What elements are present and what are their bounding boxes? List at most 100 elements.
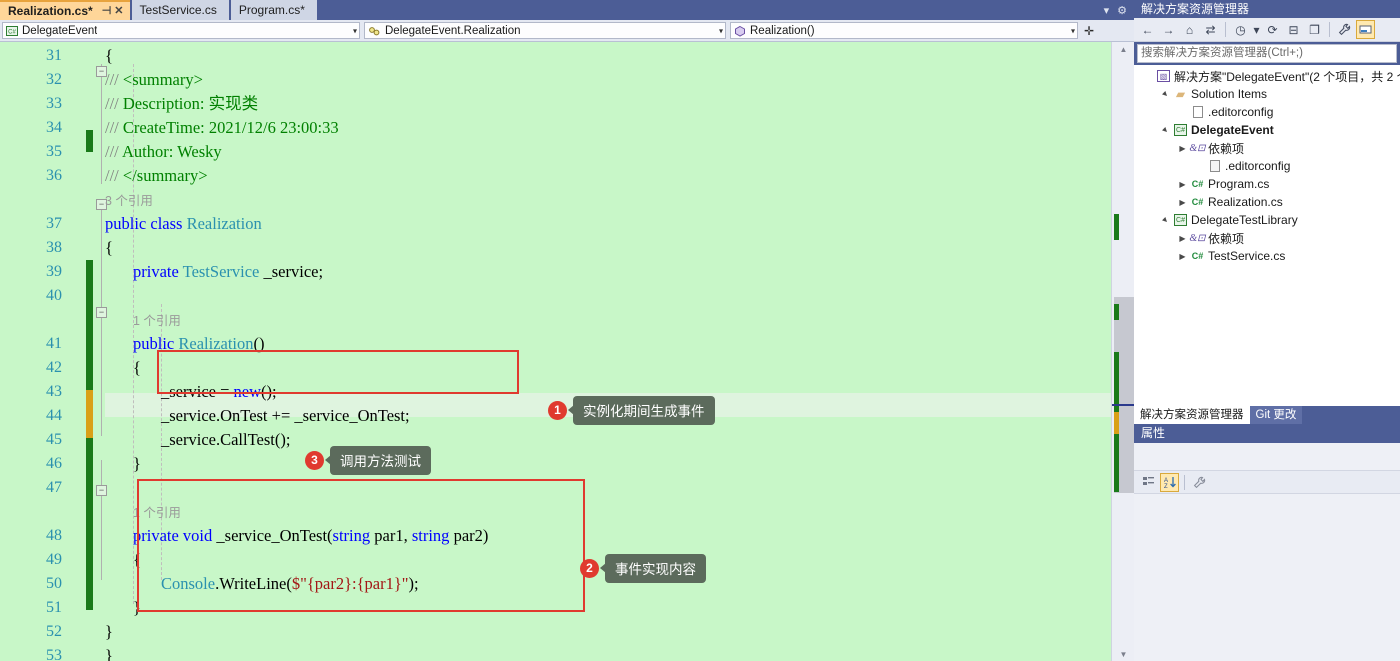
tab-overflow-icon[interactable]: ▾ [1104,4,1110,17]
pin-tab-icon[interactable]: ⊣ [102,5,112,17]
property-pages-icon[interactable] [1190,473,1209,492]
chevron-down-icon[interactable]: ▾ [353,26,357,35]
tree-expand-toggle-closed[interactable]: ▶ [1176,234,1189,243]
tree-expand-toggle-closed[interactable]: ▶ [1176,180,1189,189]
solution-tree-item[interactable]: ▲ ▰ Solution Items [1134,85,1400,103]
line-number: 43 [46,383,62,400]
solution-tree-item[interactable]: .editorconfig [1134,103,1400,121]
editor-vertical-scrollbar[interactable]: ▲ ▼ [1111,42,1135,661]
code-lines-container: 31{32/// <summary> 33/// Description: 实现类… [0,42,1111,661]
editor-tab-label: TestService.cs [139,3,217,17]
code-line: 37 public class Realization [0,212,1111,236]
code-line: 39 private TestService _service; [0,260,1111,284]
pending-changes-filter-icon[interactable]: ◷ [1231,20,1250,39]
member-dropdown[interactable]: Realization() ▾ [730,22,1078,39]
properties-icon[interactable] [1335,20,1354,39]
home-icon[interactable]: ⌂ [1180,20,1199,39]
solution-tree-item-label: DelegateTestLibrary [1191,213,1298,227]
solution-tree-item-label: 解决方案"DelegateEvent"(2 个项目，共 2 个) [1174,69,1400,84]
tab-solution-explorer[interactable]: 解决方案资源管理器 [1134,406,1250,424]
line-number: 36 [46,167,62,184]
code-text: } [105,644,113,661]
editor-tab-program[interactable]: Program.cs* [230,0,317,20]
code-text: { [105,356,141,380]
close-tab-icon[interactable]: ✕ [114,5,123,17]
collapse-all-icon[interactable]: ⊟ [1284,20,1303,39]
solution-explorer-toolbar: ← → ⌂ ⇄ ◷ ▾ ⟳ ⊟ ❐ [1134,18,1400,42]
chevron-down-icon[interactable]: ▾ [1071,26,1075,35]
code-token: _service_OnTest( [216,526,333,545]
line-number: 51 [46,599,62,616]
tree-expand-toggle-closed[interactable]: ▶ [1176,198,1189,207]
refresh-icon[interactable]: ⟳ [1263,20,1282,39]
tree-expand-toggle-closed[interactable]: ▶ [1176,144,1189,153]
annotation-callout-2: 2 事件实现内容 [580,553,706,583]
scroll-up-icon[interactable]: ▲ [1112,42,1135,56]
solution-tree-item[interactable]: ▶ &⊡ 依赖项 [1134,229,1400,247]
nav-back-icon[interactable]: ← [1138,20,1157,39]
alphabetical-sort-icon[interactable]: AZ [1160,472,1179,492]
solution-tree-item-label: .editorconfig [1225,159,1291,173]
code-token: </summary> [122,166,208,185]
solution-tree-item[interactable]: ▧ 解决方案"DelegateEvent"(2 个项目，共 2 个) [1134,67,1400,85]
solution-tree-item[interactable]: ▲ C# DelegateTestLibrary [1134,211,1400,229]
annotation-text: 调用方法测试 [330,445,431,475]
solution-explorer-search-input[interactable]: 搜索解决方案资源管理器(Ctrl+;) [1137,44,1397,63]
toolbar-separator [1225,22,1226,37]
properties-header-spacer [1134,443,1400,470]
code-token: private void [133,526,217,545]
pending-changes-dropdown-icon[interactable]: ▾ [1252,20,1261,39]
solution-tree-item[interactable]: ▶ C# TestService.cs [1134,247,1400,265]
code-token: .WriteLine( [215,574,292,593]
tree-expand-toggle-open[interactable]: ▲ [1158,212,1174,228]
tree-expand-toggle-open[interactable]: ▲ [1158,86,1174,102]
code-text: } [105,620,113,644]
chevron-down-icon[interactable]: ▾ [719,26,723,35]
solution-explorer-tree[interactable]: ▧ 解决方案"DelegateEvent"(2 个项目，共 2 个) ▲ ▰ Solut… [1134,65,1400,406]
annotation-badge: 3 [305,450,324,470]
code-text: { [105,44,113,68]
tree-expand-toggle-open[interactable]: ▲ [1158,122,1174,138]
annotation-badge: 2 [580,558,599,578]
project-dropdown[interactable]: C# DelegateEvent ▾ [2,22,360,39]
tree-expand-toggle-closed[interactable]: ▶ [1176,252,1189,261]
solution-tree-item[interactable]: ▶ C# Program.cs [1134,175,1400,193]
solution-tree-item[interactable]: ▶ C# Realization.cs [1134,193,1400,211]
solution-tree-item[interactable]: ▲ C# DelegateEvent [1134,121,1400,139]
editor-tab-testservice[interactable]: TestService.cs [131,0,229,20]
settings-gear-icon[interactable]: ⚙ [1117,4,1127,17]
split-editor-icon[interactable]: ✛ [1080,22,1098,40]
editorconfig-icon [1206,160,1223,172]
line-number: 32 [46,71,62,88]
code-line: 53} [0,644,1111,661]
preview-selected-items-icon[interactable] [1356,20,1375,39]
code-token: /// [105,94,123,113]
code-text: /// CreateTime: 2021/12/6 23:00:33 [105,116,339,140]
class-icon [368,25,381,37]
scroll-down-icon[interactable]: ▼ [1112,647,1135,661]
categorized-icon[interactable] [1139,473,1158,492]
code-text: public Realization() [105,332,265,356]
code-token: } [133,454,141,473]
code-line: 42 { [0,356,1111,380]
show-all-files-icon[interactable]: ❐ [1305,20,1324,39]
properties-grid[interactable] [1134,494,1400,661]
solution-tree-item[interactable]: ▶ &⊡ 依赖项 [1134,139,1400,157]
code-text: private void _service_OnTest(string par1… [105,524,488,548]
tab-git-changes[interactable]: Git 更改 [1249,406,1303,424]
code-token: <summary> [122,70,203,89]
type-dropdown[interactable]: DelegateEvent.Realization ▾ [364,22,726,39]
code-editor[interactable]: − − − − 31{32/// <summary> 33/// Descript… [0,42,1111,661]
line-number: 50 [46,575,62,592]
code-line: 51} [0,596,1111,620]
line-number: 40 [46,287,62,304]
sync-with-active-document-icon[interactable]: ⇄ [1201,20,1220,39]
nav-forward-icon[interactable]: → [1159,20,1178,39]
member-dropdown-value: Realization() [750,24,815,37]
solution-tree-item[interactable]: .editorconfig [1134,157,1400,175]
code-line: 32 /// <summary> [0,68,1111,92]
editor-tab-realization[interactable]: Realization.cs* ⊣ ✕ [0,0,130,20]
folder-icon: ▰ [1175,87,1186,101]
annotation-text: 实例化期间生成事件 [573,395,715,425]
code-line: 46} [0,452,1111,476]
